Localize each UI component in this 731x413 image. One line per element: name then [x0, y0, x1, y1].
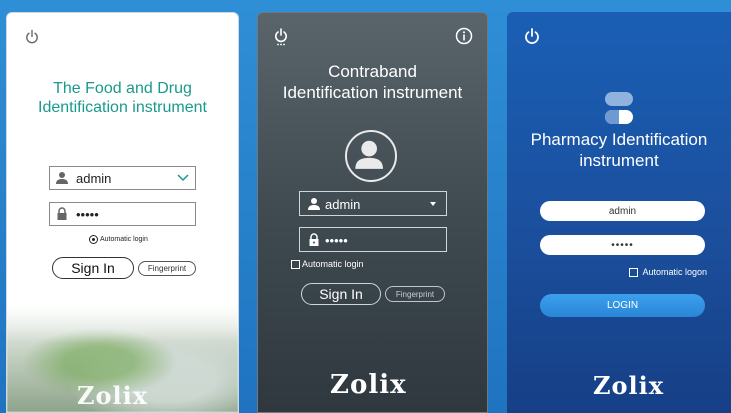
app-title: Pharmacy Identification instrument — [507, 129, 731, 171]
brand-logo: Zolix — [77, 381, 149, 410]
username-select[interactable]: admin — [49, 166, 196, 190]
brand-logo: Zolix — [330, 370, 407, 400]
auto-logon-option[interactable]: Automatic logon — [629, 267, 707, 277]
info-icon[interactable] — [455, 27, 473, 45]
app-title-line1: Pharmacy Identification — [530, 130, 708, 149]
login-button[interactable]: LOGIN — [540, 294, 705, 317]
app-title: The Food and Drug Identification instrum… — [7, 79, 238, 117]
auto-login-option[interactable]: Automatic login — [291, 259, 364, 269]
checkbox-icon[interactable] — [629, 267, 639, 277]
app-title: Contraband Identification instrument — [258, 61, 487, 103]
auto-login-label: Automatic login — [302, 259, 364, 269]
auto-login-label: Automatic login — [100, 236, 148, 243]
radio-icon[interactable] — [89, 235, 98, 244]
food-drug-login-panel: The Food and Drug Identification instrum… — [6, 12, 239, 413]
pill-icon — [605, 92, 633, 124]
checkbox-icon[interactable] — [291, 259, 300, 269]
dropdown-caret-icon[interactable] — [430, 202, 436, 206]
password-field[interactable]: ••••• — [299, 227, 447, 252]
password-field[interactable]: ••••• — [49, 202, 196, 226]
fingerprint-button[interactable]: Fingerprint — [138, 261, 196, 276]
chevron-down-icon[interactable] — [177, 173, 189, 183]
username-field[interactable]: admin — [540, 201, 705, 221]
auto-logon-label: Automatic logon — [642, 267, 707, 277]
username-select[interactable]: admin — [299, 191, 447, 216]
power-icon[interactable] — [523, 28, 541, 46]
sign-in-button[interactable]: Sign In — [52, 257, 134, 279]
app-title-line2: instrument — [579, 151, 659, 170]
username-value: admin — [325, 197, 361, 212]
user-icon — [56, 172, 68, 184]
brand-logo: Zolix — [593, 371, 665, 400]
user-icon — [308, 198, 320, 210]
avatar — [345, 130, 397, 182]
password-value: ••••• — [76, 207, 99, 222]
power-icon[interactable] — [24, 29, 40, 45]
lock-icon — [57, 207, 67, 220]
app-title-line1: The Food and Drug — [53, 80, 192, 97]
password-field[interactable]: ••••• — [540, 235, 705, 255]
sign-in-button[interactable]: Sign In — [301, 283, 381, 305]
pharmacy-login-panel: Pharmacy Identification instrument admin… — [507, 12, 731, 413]
lock-icon — [309, 233, 319, 246]
auto-login-option[interactable]: Automatic login — [89, 235, 148, 244]
username-value: admin — [76, 171, 112, 186]
power-icon[interactable] — [273, 28, 289, 46]
fingerprint-button[interactable]: Fingerprint — [385, 286, 445, 302]
password-value: ••••• — [325, 233, 348, 248]
app-title-line2: Identification instrument — [282, 83, 463, 102]
app-title-line1: Contraband — [328, 62, 417, 81]
app-title-line2: Identification instrument — [38, 99, 207, 116]
avatar-icon — [355, 140, 383, 169]
contraband-login-panel: Contraband Identification instrument adm… — [257, 12, 488, 413]
